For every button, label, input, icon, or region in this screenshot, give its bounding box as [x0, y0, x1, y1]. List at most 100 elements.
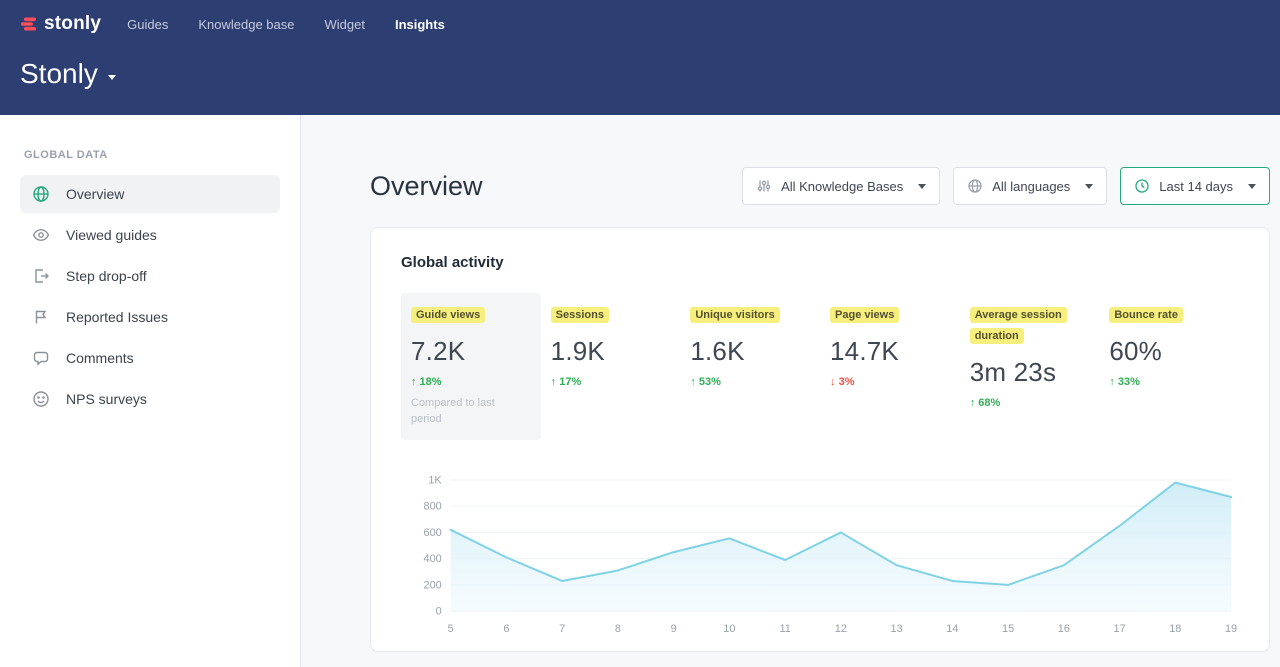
svg-text:0: 0: [436, 605, 442, 617]
sidebar-item-label: Overview: [66, 186, 124, 202]
svg-text:9: 9: [671, 623, 677, 635]
svg-text:1K: 1K: [428, 474, 442, 486]
sidebar-item-overview[interactable]: Overview: [20, 175, 280, 213]
metric-label: Page views: [830, 307, 899, 323]
sidebar-item-comments[interactable]: Comments: [20, 339, 280, 377]
chevron-down-icon: [918, 184, 926, 189]
svg-text:7: 7: [559, 623, 565, 635]
chevron-down-icon: [1085, 184, 1093, 189]
svg-text:6: 6: [503, 623, 509, 635]
metric-label: Sessions: [551, 307, 609, 323]
svg-text:5: 5: [448, 623, 454, 635]
metric-change: ↑ 17%: [551, 376, 671, 388]
language-filter[interactable]: All languages: [953, 167, 1107, 205]
workspace-title: Stonly: [20, 58, 98, 90]
metric-value: 3m 23s: [970, 357, 1090, 388]
sidebar-item-step-drop-off[interactable]: Step drop-off: [20, 257, 280, 295]
metric-page-views[interactable]: Page views 14.7K ↓ 3%: [820, 293, 960, 440]
metric-change: ↑ 33%: [1109, 376, 1229, 388]
chevron-down-icon: [1248, 184, 1256, 189]
top-navigation-bar: stonly Guides Knowledge base Widget Insi…: [0, 0, 1280, 115]
metric-label: Guide views: [411, 307, 485, 323]
metric-sessions[interactable]: Sessions 1.9K ↑ 17%: [541, 293, 681, 440]
nav-item-knowledge-base[interactable]: Knowledge base: [198, 17, 294, 32]
sliders-icon: [756, 178, 772, 194]
svg-text:600: 600: [424, 527, 442, 539]
nav-item-insights[interactable]: Insights: [395, 17, 445, 32]
svg-text:11: 11: [779, 623, 790, 635]
svg-text:10: 10: [723, 623, 735, 635]
page-title: Overview: [370, 171, 483, 202]
sidebar-item-viewed-guides[interactable]: Viewed guides: [20, 216, 280, 254]
metrics-row: Guide views 7.2K ↑ 18% Compared to last …: [401, 293, 1239, 440]
metric-value: 60%: [1109, 336, 1229, 367]
svg-text:15: 15: [1002, 623, 1014, 635]
logo-text: stonly: [44, 13, 101, 35]
metric-note: Compared to last period: [411, 396, 511, 428]
speech-bubble-icon: [32, 349, 50, 367]
main-content: Overview All Knowledge Bases All languag…: [301, 115, 1280, 667]
filter-label: Last 14 days: [1159, 179, 1233, 194]
metric-value: 1.9K: [551, 336, 671, 367]
svg-text:16: 16: [1058, 623, 1070, 635]
activity-chart: 0 200 400 600 800 1K 5 6 7 8 9 10 11 12 13 14 15 16 17 18 19: [401, 470, 1241, 637]
activity-chart-wrap: 0 200 400 600 800 1K 5 6 7 8 9 10 11 12 13 14 15 16 17 18 19: [401, 470, 1239, 637]
filter-label: All Knowledge Bases: [781, 179, 903, 194]
metric-label: Average session duration: [970, 307, 1067, 344]
metric-label: Bounce rate: [1109, 307, 1183, 323]
globe-icon: [967, 178, 983, 194]
stonly-logo[interactable]: stonly: [20, 13, 101, 35]
date-range-filter[interactable]: Last 14 days: [1120, 167, 1270, 205]
svg-text:14: 14: [946, 623, 958, 635]
nav-item-widget[interactable]: Widget: [325, 17, 365, 32]
stonly-logo-icon: [20, 15, 38, 33]
svg-text:200: 200: [424, 579, 442, 591]
svg-text:19: 19: [1225, 623, 1237, 635]
primary-nav: Guides Knowledge base Widget Insights: [127, 17, 445, 32]
sidebar-section-label: GLOBAL DATA: [24, 149, 276, 161]
svg-text:8: 8: [615, 623, 621, 635]
metric-guide-views[interactable]: Guide views 7.2K ↑ 18% Compared to last …: [401, 293, 541, 440]
main-header: Overview All Knowledge Bases All languag…: [370, 167, 1270, 205]
sidebar-item-reported-issues[interactable]: Reported Issues: [20, 298, 280, 336]
metric-change: ↑ 18%: [411, 376, 531, 388]
metric-value: 7.2K: [411, 336, 531, 367]
metric-value: 1.6K: [690, 336, 810, 367]
svg-text:18: 18: [1169, 623, 1181, 635]
sidebar-item-label: NPS surveys: [66, 391, 147, 407]
sidebar-item-nps-surveys[interactable]: NPS surveys: [20, 380, 280, 418]
metric-value: 14.7K: [830, 336, 950, 367]
nav-item-guides[interactable]: Guides: [127, 17, 168, 32]
workspace-switcher[interactable]: Stonly: [20, 58, 116, 90]
knowledge-base-filter[interactable]: All Knowledge Bases: [742, 167, 940, 205]
metric-unique-visitors[interactable]: Unique visitors 1.6K ↑ 53%: [680, 293, 820, 440]
filter-label: All languages: [992, 179, 1070, 194]
global-activity-card: Global activity Guide views 7.2K ↑ 18% C…: [370, 227, 1270, 652]
nav-row: stonly Guides Knowledge base Widget Insi…: [20, 0, 1260, 42]
document-exit-icon: [32, 267, 50, 285]
metric-change: ↑ 68%: [970, 397, 1090, 409]
eye-icon: [32, 226, 50, 244]
metric-average-session-duration[interactable]: Average session duration 3m 23s ↑ 68%: [960, 293, 1100, 440]
clock-icon: [1134, 178, 1150, 194]
metric-change: ↓ 3%: [830, 376, 950, 388]
metric-label: Unique visitors: [690, 307, 779, 323]
card-title: Global activity: [401, 254, 1239, 271]
metric-bounce-rate[interactable]: Bounce rate 60% ↑ 33%: [1099, 293, 1239, 440]
sidebar: GLOBAL DATA Overview Viewed guides Step …: [0, 115, 301, 667]
filter-bar: All Knowledge Bases All languages Last 1…: [742, 167, 1270, 205]
sidebar-item-label: Step drop-off: [66, 268, 147, 284]
metric-change: ↑ 53%: [690, 376, 810, 388]
chevron-down-icon: [108, 75, 116, 80]
svg-text:12: 12: [835, 623, 847, 635]
svg-text:400: 400: [424, 553, 442, 565]
sidebar-item-label: Comments: [66, 350, 134, 366]
globe-icon: [32, 185, 50, 203]
sidebar-item-label: Viewed guides: [66, 227, 157, 243]
svg-text:13: 13: [891, 623, 903, 635]
smiley-icon: [32, 390, 50, 408]
svg-text:800: 800: [424, 500, 442, 512]
flag-icon: [32, 308, 50, 326]
svg-text:17: 17: [1114, 623, 1126, 635]
sidebar-item-label: Reported Issues: [66, 309, 168, 325]
